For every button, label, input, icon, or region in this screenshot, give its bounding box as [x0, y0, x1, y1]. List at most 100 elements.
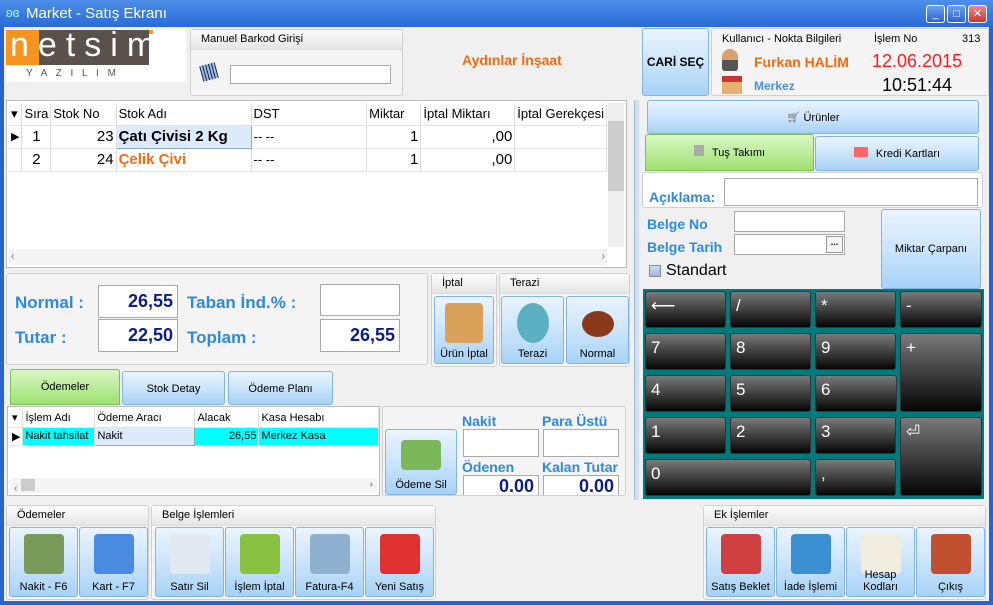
money-icon — [23, 534, 64, 574]
payments-grid: ▾ İşlem Adı Ödeme Aracı Alacak Kasa Hesabı ▶… — [7, 406, 380, 496]
key-4[interactable]: 4 — [645, 375, 726, 412]
satir-sil-button[interactable]: Satır Sil — [155, 527, 224, 597]
tab-stok-detay[interactable]: Stok Detay — [122, 371, 225, 405]
key-minus[interactable]: - — [900, 291, 982, 328]
taban-indirim-input[interactable] — [320, 284, 400, 316]
satis-beklet-button[interactable]: Satış Beklet — [706, 527, 775, 597]
barcode-icon — [199, 62, 219, 82]
grid-menu[interactable]: ▾ — [10, 409, 24, 428]
credit-card-icon — [93, 534, 134, 574]
user-info-panel: Kullanıcı - Nokta Bilgileri İşlem No 313… — [711, 28, 989, 96]
splitter[interactable] — [634, 100, 639, 500]
key-8[interactable]: 8 — [730, 333, 811, 370]
minimize-button[interactable]: _ — [926, 5, 945, 23]
key-1[interactable]: 1 — [645, 417, 726, 454]
home-icon — [722, 76, 742, 94]
key-multiply[interactable]: * — [815, 291, 896, 328]
normal-value: 26,55 — [98, 285, 178, 318]
date-picker-button[interactable]: ... — [826, 236, 843, 253]
urun-iptal-button[interactable]: Ürün İptal — [434, 296, 494, 364]
scale-icon — [516, 303, 549, 343]
fatura-button[interactable]: Fatura-F4 — [295, 527, 364, 597]
calculator-icon — [693, 145, 704, 156]
horizontal-scrollbar[interactable]: ‹ › — [10, 478, 377, 494]
cart-icon: 🛒︎ — [786, 112, 804, 124]
key-plus[interactable]: + — [900, 333, 982, 412]
checklist-icon — [860, 534, 901, 574]
key-backspace[interactable]: ⟵ — [645, 291, 726, 328]
basket-cancel-icon — [239, 534, 280, 574]
key-3[interactable]: 3 — [815, 417, 896, 454]
tab-odeme-plani[interactable]: Ödeme Planı — [228, 371, 333, 405]
kart-button[interactable]: Kart - F7 — [79, 527, 148, 597]
key-5[interactable]: 5 — [730, 375, 811, 412]
toplam-value: 26,55 — [320, 319, 400, 352]
box-remove-icon — [445, 303, 483, 343]
user-name: Furkan HALİM — [754, 54, 849, 70]
barcode-input[interactable] — [230, 65, 391, 84]
close-button[interactable]: ✕ — [968, 5, 987, 23]
tab-tus-takimi[interactable]: Tuş Takımı — [645, 134, 814, 171]
urunler-button[interactable]: 🛒︎ Ürünler — [647, 100, 979, 134]
key-2[interactable]: 2 — [730, 417, 811, 454]
nakit-input[interactable] — [463, 429, 539, 457]
normal-button[interactable]: Normal — [566, 296, 629, 364]
terazi-button[interactable]: Terazi — [501, 296, 564, 364]
key-7[interactable]: 7 — [645, 333, 726, 370]
para-ustu-input[interactable] — [543, 429, 619, 457]
standart-checkbox[interactable] — [649, 265, 661, 277]
iade-button[interactable]: İade İşlemi — [776, 527, 845, 597]
items-grid: ▾ Sıra Stok No Stok Adı DST Miktar İptal Mikta… — [6, 100, 627, 268]
return-icon — [790, 534, 831, 574]
cash-panel: Ödeme Sil Nakit Para Üstü Ödenen Kalan T… — [382, 406, 626, 496]
key-enter[interactable]: ⏎ — [900, 417, 982, 496]
app-butterfly-icon: ʚɞ — [6, 5, 20, 20]
terazi-panel: Terazi Terazi Normal — [499, 273, 630, 367]
window-title: Market - Satış Ekranı — [26, 5, 167, 22]
key-6[interactable]: 6 — [815, 375, 897, 412]
tutar-value: 22,50 — [98, 319, 178, 352]
barcode-panel: Manuel Barkod Girişi — [190, 29, 403, 96]
new-basket-icon — [379, 534, 420, 574]
aciklama-input[interactable] — [724, 178, 978, 206]
title-bar: Market - Satış Ekranı — [0, 0, 993, 27]
standart-label: Standart — [666, 262, 727, 279]
key-comma[interactable]: , — [815, 459, 896, 496]
table-row[interactable]: ▶ 1 23 Çatı Çivisi 2 Kg -- -- 1,00 — [9, 124, 607, 149]
table-row[interactable]: ▶ Nakit tahsilat Nakit 26,55 Merkez Kasa — [10, 426, 379, 446]
grid-menu[interactable]: ▾ — [9, 103, 23, 126]
cikis-button[interactable]: Çıkış — [916, 527, 985, 597]
nakit-button[interactable]: Nakit - F6 — [9, 527, 78, 597]
cart-hold-icon — [720, 534, 761, 574]
user-icon — [722, 49, 738, 71]
tab-kredi-kartlari[interactable]: Kredi Kartları — [815, 136, 979, 171]
key-9[interactable]: 9 — [815, 333, 896, 370]
netsim-logo: netsim Y A Z I L I M — [6, 26, 186, 82]
barcode-title: Manuel Barkod Girişi — [191, 30, 402, 50]
totals-panel: Normal : 26,55 Tutar : 22,50 Taban İnd.%… — [6, 273, 428, 365]
odenen-value: 0.00 — [463, 475, 539, 495]
cari-sec-button[interactable]: CARİ SEÇ — [642, 28, 709, 96]
exit-door-icon — [930, 534, 971, 574]
date: 12.06.2015 — [872, 51, 963, 71]
islem-iptal-button[interactable]: İşlem İptal — [225, 527, 294, 597]
tab-odemeler[interactable]: Ödemeler — [10, 369, 120, 405]
iptal-panel: İptal Ürün İptal — [431, 273, 497, 367]
odeme-sil-button[interactable]: Ödeme Sil — [385, 429, 457, 495]
vertical-scrollbar[interactable] — [608, 103, 624, 247]
time: 10:51:44 — [882, 75, 953, 95]
horizontal-scrollbar[interactable]: ‹ › — [9, 249, 607, 265]
location: Merkez — [754, 79, 795, 93]
belge-no-input[interactable] — [734, 211, 845, 232]
money-remove-icon — [401, 440, 441, 470]
key-0[interactable]: 0 — [645, 459, 811, 496]
yeni-satis-button[interactable]: Yeni Satış — [365, 527, 434, 597]
printer-icon — [309, 534, 350, 574]
hesap-kodlari-button[interactable]: Hesap Kodları — [846, 527, 915, 597]
aciklama-row: Açıklama: — [642, 172, 983, 208]
delete-row-icon — [169, 534, 210, 574]
miktar-carpani-button[interactable]: Miktar Çarpanı — [881, 209, 981, 289]
key-divide[interactable]: / — [730, 291, 811, 328]
maximize-button[interactable]: □ — [947, 5, 966, 23]
table-row[interactable]: 2 24 Çelik Çivi -- -- 1,00 — [9, 148, 607, 172]
